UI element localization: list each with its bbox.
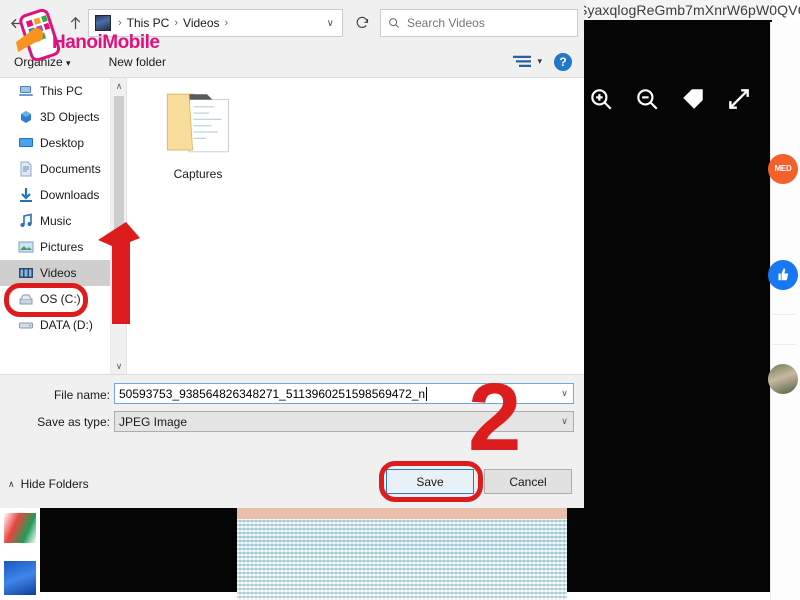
file-list-pane[interactable]: Captures	[127, 78, 584, 374]
sidebar-item-desktop[interactable]: Desktop	[0, 130, 110, 156]
sidebar-item-label: Videos	[40, 266, 77, 280]
chevron-down-icon[interactable]: ∨	[556, 416, 573, 427]
sidebar-item-data-d[interactable]: DATA (D:)	[0, 312, 110, 338]
scrollbar-thumb[interactable]	[114, 96, 124, 286]
breadcrumb-separator: ›	[224, 17, 229, 29]
thumbs-up-icon[interactable]	[768, 260, 798, 290]
sidebar-item-label: This PC	[40, 84, 83, 98]
photo-toolbar	[576, 76, 776, 122]
list-item[interactable]: Captures	[149, 90, 247, 210]
videos-icon	[18, 265, 34, 281]
downloads-icon	[18, 187, 34, 203]
sidebar-item-videos[interactable]: Videos	[0, 260, 110, 286]
sidebar-rail: MED	[768, 22, 800, 600]
search-box[interactable]	[380, 9, 578, 37]
save-button[interactable]: Save	[386, 469, 474, 494]
save-as-dialog: › This PC › Videos › ∨ Organize ▾	[0, 0, 584, 508]
pictures-icon	[18, 239, 34, 255]
savetype-label: Save as type:	[37, 415, 110, 429]
scroll-up-arrow[interactable]: ∧	[111, 78, 127, 94]
chevron-down-icon[interactable]: ∨	[327, 18, 334, 29]
sidebar-item-downloads[interactable]: Downloads	[0, 182, 110, 208]
folder-icon	[162, 90, 234, 161]
zoom-out-icon[interactable]	[634, 86, 660, 112]
sidebar-item-os-c[interactable]: OS (C:)	[0, 286, 110, 312]
music-icon	[18, 213, 34, 229]
zoom-in-icon[interactable]	[588, 86, 614, 112]
filename-input[interactable]: 50593753_938564826348271_511396025159856…	[114, 383, 574, 404]
hide-folders-toggle[interactable]: ∧ Hide Folders	[8, 477, 89, 491]
address-bar[interactable]: › This PC › Videos › ∨	[88, 9, 343, 37]
avatar[interactable]	[768, 364, 798, 394]
arrow-up-icon[interactable]	[62, 10, 88, 36]
breadcrumb-this-pc[interactable]: This PC	[125, 16, 172, 30]
organize-button[interactable]: Organize ▾	[6, 51, 79, 73]
sidebar-item-label: Documents	[40, 162, 101, 176]
tag-icon[interactable]	[680, 86, 706, 112]
chevron-down-icon[interactable]	[34, 10, 60, 36]
scroll-down-arrow[interactable]: ∨	[111, 358, 127, 374]
organize-label: Organize	[14, 54, 63, 69]
this-pc-icon	[18, 83, 34, 99]
filename-label: File name:	[53, 388, 110, 402]
3d-objects-icon	[18, 109, 34, 125]
sidebar-item-label: Pictures	[40, 240, 84, 254]
sidebar-item-this-pc[interactable]: This PC	[0, 78, 110, 104]
hide-folders-label: Hide Folders	[20, 477, 89, 491]
navigation-bar: › This PC › Videos › ∨	[0, 0, 584, 46]
chevron-down-icon: ▾	[66, 57, 71, 68]
url-text: SyaxqlogReGmb7mXnrW6pW0QVCX	[578, 2, 800, 18]
breadcrumb-separator: ›	[174, 17, 179, 29]
chevron-down-icon[interactable]: ▾	[537, 56, 542, 67]
cancel-button[interactable]: Cancel	[484, 469, 572, 494]
divider	[772, 344, 796, 345]
drive-icon	[18, 291, 34, 307]
thumbnail-strip	[0, 505, 40, 600]
desktop-icon	[18, 135, 34, 151]
sidebar-item-label: Desktop	[40, 136, 85, 150]
thumbnail-item[interactable]	[4, 513, 36, 543]
tree-scrollbar[interactable]: ∧ ∨	[110, 78, 126, 374]
avatar[interactable]: MED	[768, 154, 798, 184]
command-bar: Organize ▾ New folder ▾ ?	[0, 46, 584, 78]
navigation-tree: This PC 3D Objects Desktop Documents Dow…	[0, 78, 110, 374]
sidebar-item-label: OS (C:)	[40, 292, 81, 306]
sidebar-item-pictures[interactable]: Pictures	[0, 234, 110, 260]
chevron-down-icon[interactable]: ∨	[556, 388, 573, 399]
avatar-badge-text: MED	[774, 164, 792, 173]
sidebar-item-label: Music	[40, 214, 72, 228]
folder-label: Captures	[173, 167, 223, 181]
chevron-up-icon: ∧	[8, 478, 15, 489]
sidebar-item-3d-objects[interactable]: 3D Objects	[0, 104, 110, 130]
new-folder-button[interactable]: New folder	[101, 51, 174, 73]
search-input[interactable]	[407, 16, 571, 30]
dialog-body: This PC 3D Objects Desktop Documents Dow…	[0, 78, 584, 374]
breadcrumb-videos[interactable]: Videos	[181, 16, 221, 30]
text-cursor	[426, 386, 428, 401]
savetype-value: JPEG Image	[119, 414, 188, 429]
command-bar-right: ▾ ?	[513, 52, 584, 71]
sidebar-item-documents[interactable]: Documents	[0, 156, 110, 182]
savetype-select[interactable]: JPEG Image ∨	[114, 411, 574, 432]
sidebar-item-label: Downloads	[40, 188, 100, 202]
drive-icon	[18, 317, 34, 333]
sidebar-item-label: DATA (D:)	[40, 318, 93, 332]
arrow-left-icon[interactable]	[4, 10, 30, 36]
documents-icon	[18, 161, 34, 177]
thumbnail-item[interactable]	[4, 561, 36, 595]
view-layout-icon[interactable]	[513, 55, 532, 69]
this-pc-icon	[95, 15, 111, 31]
help-icon[interactable]: ?	[554, 52, 572, 71]
photo-image	[237, 505, 567, 600]
sidebar-item-label: 3D Objects	[40, 110, 100, 124]
filename-value: 50593753_938564826348271_511396025159856…	[119, 386, 426, 401]
breadcrumb-separator: ›	[118, 17, 122, 29]
refresh-icon[interactable]	[348, 9, 376, 37]
search-icon	[387, 16, 401, 30]
expand-icon[interactable]	[726, 86, 752, 112]
divider	[772, 314, 796, 315]
sidebar-item-music[interactable]: Music	[0, 208, 110, 234]
